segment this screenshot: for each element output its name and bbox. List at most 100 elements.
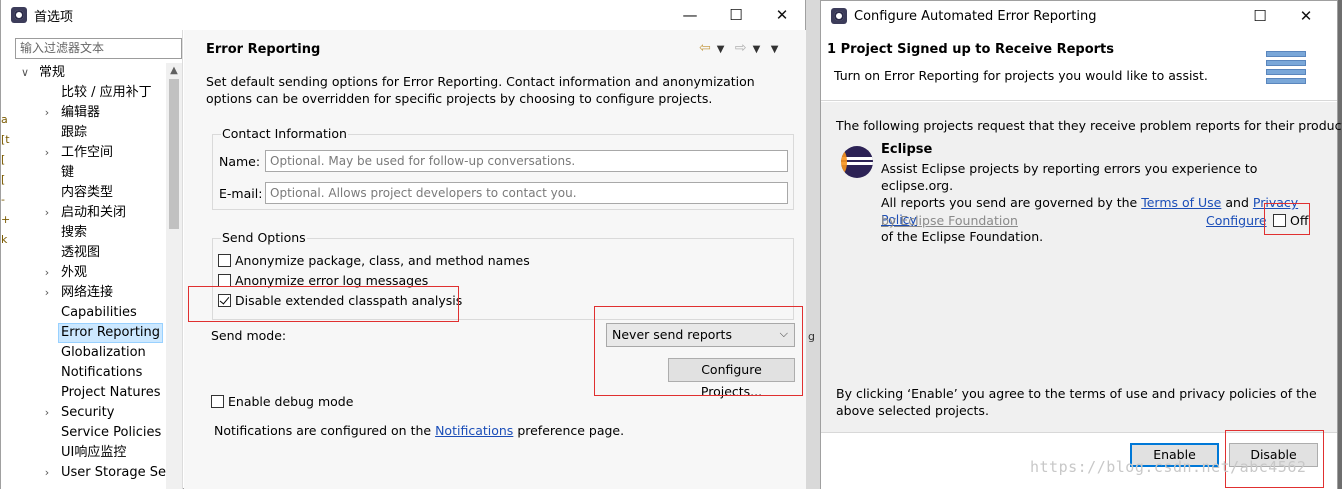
chevron-right-icon[interactable]: › <box>41 263 53 283</box>
configure-link[interactable]: Configure <box>1206 213 1267 228</box>
tree-scrollbar[interactable]: ▲ <box>166 63 182 489</box>
anonymize-names-checkbox[interactable]: Anonymize package, class, and method nam… <box>218 253 530 268</box>
checkbox-box[interactable] <box>211 395 224 408</box>
eclipse-logo-icon <box>841 146 873 178</box>
project-desc-line2: All reports you send are governed by the <box>881 195 1138 210</box>
tree-item[interactable]: ∨ 常规 <box>1 63 166 83</box>
tree-item[interactable]: Service Policies <box>1 423 166 443</box>
chevron-right-icon[interactable]: › <box>41 203 53 223</box>
eclipse-app-icon <box>831 8 847 24</box>
chevron-right-icon[interactable]: › <box>41 403 53 423</box>
checkbox-label: Enable debug mode <box>228 394 354 409</box>
chevron-right-icon[interactable]: › <box>41 103 53 123</box>
tree-item-label: 搜索 <box>61 225 88 240</box>
tree-item[interactable]: 比较 / 应用补丁 <box>1 83 166 103</box>
preferences-title: 首选项 <box>34 9 74 25</box>
arrow-right-icon[interactable]: ⇨ <box>735 40 747 56</box>
tree-item[interactable]: 内容类型 <box>1 183 166 203</box>
configure-error-reporting-dialog: Configure Automated Error Reporting ☐ ✕ … <box>820 0 1342 489</box>
dialog-body: The following projects request that they… <box>821 102 1342 432</box>
forward-history-chevron-icon[interactable]: ▼ <box>753 44 761 55</box>
filter-input[interactable]: 输入过滤器文本 <box>15 38 182 59</box>
tree-item[interactable]: › Security <box>1 403 166 423</box>
highlight-send-mode <box>594 306 803 396</box>
checkbox-label: Anonymize package, class, and method nam… <box>235 253 530 268</box>
tree-item-label: Notifications <box>61 365 143 380</box>
debug-mode-checkbox[interactable]: Enable debug mode <box>211 394 353 409</box>
tree-item[interactable]: Notifications <box>1 363 166 383</box>
email-field[interactable]: Optional. Allows project developers to c… <box>265 182 788 204</box>
tree-item[interactable]: 搜索 <box>1 223 166 243</box>
tree-item-label: 比较 / 应用补丁 <box>61 85 152 100</box>
dialog-titlebar: Configure Automated Error Reporting ☐ ✕ <box>821 1 1337 31</box>
dialog-close-button[interactable]: ✕ <box>1283 1 1329 31</box>
tree-item[interactable]: 透视图 <box>1 243 166 263</box>
chevron-down-icon[interactable]: ∨ <box>19 63 31 83</box>
tree-item-label: UI响应监控 <box>61 445 127 460</box>
dialog-header-title: 1 Project Signed up to Receive Reports <box>827 42 1114 57</box>
tree-item[interactable]: › 外观 <box>1 263 166 283</box>
tree-item-label: User Storage Serv <box>61 465 166 480</box>
tree-item-label: 外观 <box>61 265 88 280</box>
preferences-window: 首选项 — ☐ ✕ a [t[[-+ k 输入过滤器文本 ∨ 常规 比较 / 应用补丁 ›… <box>0 0 806 489</box>
server-stack-icon <box>1266 51 1306 91</box>
tree-item-label: 内容类型 <box>61 185 114 200</box>
tree-item[interactable]: Capabilities <box>1 303 166 323</box>
maximize-button[interactable]: ☐ <box>713 0 759 30</box>
highlight-classpath-option <box>188 286 459 322</box>
project-desc-line3: of the Eclipse Foundation. <box>881 229 1044 244</box>
preference-tree: ∨ 常规 比较 / 应用补丁 › 编辑器 跟踪 › 工作空间键内容类型 › 启动和关闭 搜索 透视图 ›… <box>1 63 166 483</box>
background-window-gap: g <box>806 0 820 489</box>
page-title: Error Reporting <box>206 42 321 57</box>
tree-item[interactable]: Project Natures <box>1 383 166 403</box>
page-description: Set default sending options for Error Re… <box>206 74 755 106</box>
tree-item[interactable]: 键 <box>1 163 166 183</box>
notifications-note: Notifications are configured on the Noti… <box>214 423 624 438</box>
tree-item[interactable]: Globalization <box>1 343 166 363</box>
page-navigation: ⇦ ▼ ⇨ ▼ ▼ <box>699 40 784 56</box>
tree-item[interactable]: › 编辑器 <box>1 103 166 123</box>
preferences-titlebar: 首选项 — ☐ ✕ <box>1 0 805 30</box>
chevron-right-icon[interactable]: › <box>41 283 53 303</box>
close-button[interactable]: ✕ <box>759 0 805 30</box>
chevron-down-icon[interactable]: ▼ <box>771 44 779 55</box>
projects-intro: The following projects request that they… <box>836 118 1342 133</box>
back-history-chevron-icon[interactable]: ▼ <box>717 44 725 55</box>
chevron-right-icon[interactable]: › <box>41 143 53 163</box>
name-field[interactable]: Optional. May be used for follow-up conv… <box>265 150 788 172</box>
tree-item[interactable]: Error Reporting <box>1 323 166 343</box>
terms-of-use-link[interactable]: Terms of Use <box>1141 195 1221 210</box>
tree-item-label: 键 <box>61 165 75 180</box>
tree-item[interactable]: › 工作空间 <box>1 143 166 163</box>
minimize-button[interactable]: — <box>667 0 713 30</box>
background-fragment: g <box>808 330 815 343</box>
send-options-title: Send Options <box>221 230 307 245</box>
tree-item[interactable]: › User Storage Serv <box>1 463 166 483</box>
scroll-up-icon[interactable]: ▲ <box>166 63 182 79</box>
dialog-maximize-button[interactable]: ☐ <box>1237 1 1283 31</box>
tree-item[interactable]: 跟踪 <box>1 123 166 143</box>
tree-item-label: 启动和关闭 <box>61 205 127 220</box>
notifications-link[interactable]: Notifications <box>435 423 513 438</box>
tree-item-label: 网络连接 <box>61 285 114 300</box>
tree-item[interactable]: UI响应监控 <box>1 443 166 463</box>
tree-item[interactable]: › 启动和关闭 <box>1 203 166 223</box>
notifications-prefix: Notifications are configured on the <box>214 423 432 438</box>
contact-information-group: Contact Information Name: Optional. May … <box>212 126 794 210</box>
chevron-right-icon[interactable]: › <box>41 463 53 483</box>
dialog-header: 1 Project Signed up to Receive Reports T… <box>821 31 1337 101</box>
tree-item-label: Service Policies <box>61 425 162 440</box>
tree-item[interactable]: › 网络连接 <box>1 283 166 303</box>
dialog-header-subtitle: Turn on Error Reporting for projects you… <box>834 68 1208 83</box>
scrollbar-thumb[interactable] <box>169 79 179 229</box>
tree-item-label: 跟踪 <box>61 125 88 140</box>
arrow-left-icon[interactable]: ⇦ <box>699 40 711 56</box>
eclipse-app-icon <box>11 7 27 23</box>
publisher-link[interactable]: by Eclipse Foundation <box>881 213 1018 228</box>
checkbox-box[interactable] <box>218 254 231 267</box>
preference-page: Error Reporting ⇦ ▼ ⇨ ▼ ▼ Set default send… <box>184 30 806 489</box>
and-text: and <box>1225 195 1249 210</box>
send-mode-label: Send mode: <box>211 328 287 343</box>
highlight-off-toggle <box>1264 203 1310 235</box>
contact-group-title: Contact Information <box>221 126 348 141</box>
